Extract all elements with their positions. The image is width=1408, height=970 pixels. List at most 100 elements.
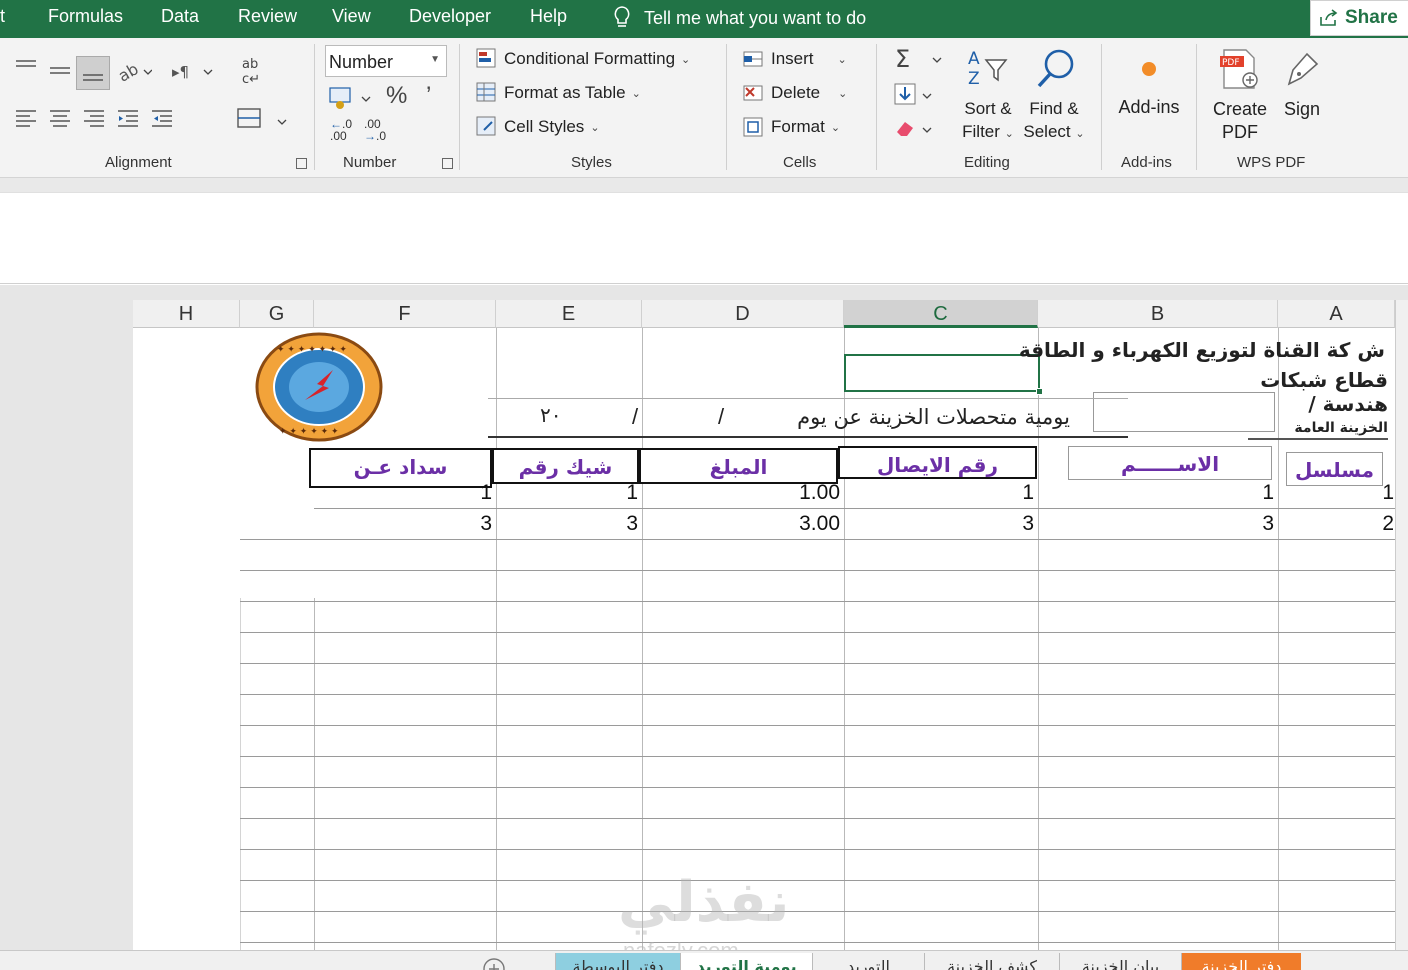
- align-middle-icon[interactable]: [48, 58, 72, 82]
- share-button[interactable]: Share: [1310, 0, 1408, 36]
- grid-hline: [240, 694, 1395, 695]
- align-bottom-button[interactable]: [76, 56, 110, 90]
- menu-review[interactable]: Review: [238, 6, 297, 27]
- tell-me-box[interactable]: Tell me what you want to do: [612, 3, 866, 33]
- tab-treasury-report[interactable]: بيان الخزينة: [1059, 953, 1181, 970]
- tab-treasury-ledger[interactable]: دفتر الخزينة: [1181, 953, 1301, 970]
- menu-help[interactable]: Help: [530, 6, 567, 27]
- cells-group-label: Cells: [783, 154, 817, 171]
- grid-vline: [240, 598, 241, 950]
- format-as-table-icon: [476, 82, 496, 102]
- cell-check[interactable]: 1: [558, 481, 638, 505]
- delete-cells-button[interactable]: Delete ⌄: [743, 82, 847, 104]
- column-header-a[interactable]: A: [1278, 300, 1395, 328]
- grid-hline: [240, 632, 1395, 633]
- addins-button[interactable]: Add-ins: [1112, 56, 1186, 118]
- align-top-icon[interactable]: [14, 58, 38, 78]
- autosum-icon[interactable]: Σ: [893, 46, 945, 72]
- align-left-icon[interactable]: [14, 108, 38, 128]
- tab-supply-journal[interactable]: يومية التوريد: [680, 953, 812, 970]
- find-select-button[interactable]: Find & Select ⌄: [1022, 46, 1086, 146]
- wrap-text-icon[interactable]: abc↵: [240, 56, 264, 86]
- fill-handle[interactable]: [1036, 388, 1043, 395]
- tell-me-text: Tell me what you want to do: [644, 7, 867, 28]
- cell-receipt[interactable]: 1: [954, 481, 1034, 505]
- tab-treasury-statement[interactable]: كشف الخزينة: [924, 953, 1059, 970]
- active-cell[interactable]: [844, 354, 1043, 395]
- cell-check[interactable]: 3: [558, 512, 638, 536]
- sign-button[interactable]: Sign: [1278, 46, 1326, 121]
- menu-developer[interactable]: Developer: [409, 6, 491, 27]
- alignment-dialog-launcher[interactable]: [296, 158, 307, 169]
- format-cells-button[interactable]: Format ⌄: [743, 116, 840, 138]
- add-sheet-icon[interactable]: [482, 957, 506, 970]
- decrease-decimal-button[interactable]: .00 →.0: [364, 118, 390, 148]
- column-header-b[interactable]: B: [1038, 300, 1278, 328]
- arrow-right-icon: →: [364, 129, 376, 143]
- column-header-g[interactable]: G: [240, 300, 314, 328]
- column-header-c[interactable]: C: [844, 300, 1038, 328]
- sort-filter-label-1: Sort &: [964, 99, 1012, 118]
- menu-data[interactable]: Data: [161, 6, 199, 27]
- styles-group-label: Styles: [571, 154, 612, 171]
- cell-receipt[interactable]: 3: [954, 512, 1034, 536]
- menu-view[interactable]: View: [332, 6, 371, 27]
- increase-indent-icon[interactable]: [150, 108, 174, 128]
- chevron-down-icon: ⌄: [681, 53, 691, 66]
- cell-name[interactable]: 1: [1194, 481, 1274, 505]
- grid-hline: [240, 849, 1395, 850]
- menu-insert-partial[interactable]: t: [0, 6, 5, 27]
- fill-icon[interactable]: [893, 82, 945, 108]
- format-as-table-label: Format as Table: [504, 83, 626, 102]
- accounting-format-icon[interactable]: [328, 85, 378, 111]
- cell-styles-icon: [476, 116, 496, 136]
- format-as-table-button[interactable]: Format as Table ⌄: [476, 82, 641, 104]
- cell-payment-for[interactable]: 1: [412, 481, 492, 505]
- column-header-e[interactable]: E: [496, 300, 642, 328]
- column-header-f[interactable]: F: [314, 300, 496, 328]
- company-logo: ✦ ✦ ✦ ✦ ✦ ✦ ✦ ✦ ✦ ✦ ✦ ✦ ✦: [255, 332, 383, 442]
- cell-payment-for[interactable]: 3: [412, 512, 492, 536]
- cell-amount[interactable]: 1.00: [760, 481, 840, 505]
- column-header-h[interactable]: H: [133, 300, 240, 328]
- number-dialog-launcher[interactable]: [442, 158, 453, 169]
- tab-supply[interactable]: التوريد: [812, 953, 924, 970]
- tab-mail-ledger[interactable]: دفتر البوسطة: [555, 953, 680, 970]
- cell-serial[interactable]: 1: [1314, 481, 1394, 505]
- date-slash-1: /: [718, 404, 725, 429]
- create-pdf-button[interactable]: PDF Create PDF: [1210, 46, 1270, 143]
- percent-style-button[interactable]: %: [386, 82, 407, 110]
- orientation-icon[interactable]: ab: [118, 60, 152, 84]
- align-center-icon[interactable]: [48, 108, 72, 128]
- increase-decimal-button[interactable]: ←.0.00: [330, 118, 356, 148]
- vertical-scroll-strip[interactable]: [1395, 300, 1408, 950]
- merge-center-icon[interactable]: [236, 106, 292, 132]
- grid-hline: [240, 942, 1395, 943]
- clear-icon[interactable]: [893, 116, 945, 142]
- svg-text:A: A: [968, 49, 980, 69]
- chevron-down-icon: ⌄: [1004, 128, 1014, 140]
- insert-cells-button[interactable]: Insert ⌄: [743, 48, 847, 70]
- align-right-icon[interactable]: [82, 108, 106, 128]
- formula-bar-area[interactable]: [0, 192, 1408, 284]
- column-header-d[interactable]: D: [642, 300, 844, 328]
- menu-formulas[interactable]: Formulas: [48, 6, 123, 27]
- number-group-label: Number: [343, 154, 397, 171]
- paragraph-direction-icon[interactable]: ▸¶: [172, 60, 216, 84]
- worksheet-grid[interactable]: H G F E D C B A ✦ ✦ ✦ ✦ ✦ ✦ ✦ ✦ ✦ ✦ ✦ ✦ …: [133, 300, 1395, 950]
- svg-text:▸¶: ▸¶: [172, 63, 189, 81]
- create-pdf-label-1: Create: [1212, 99, 1268, 119]
- cell-amount[interactable]: 3.00: [760, 512, 840, 536]
- conditional-formatting-button[interactable]: Conditional Formatting ⌄: [476, 48, 690, 70]
- number-format-dropdown[interactable]: Number ▼: [325, 45, 447, 77]
- sort-filter-button[interactable]: AZ Sort & Filter ⌄: [958, 46, 1018, 146]
- cell-serial[interactable]: 2: [1314, 512, 1394, 536]
- align-bottom-icon: [83, 74, 103, 81]
- svg-text:Σ: Σ: [895, 46, 910, 72]
- decrease-indent-icon[interactable]: [116, 108, 140, 128]
- header-amount: المبلغ: [639, 448, 838, 484]
- cell-name[interactable]: 3: [1194, 512, 1274, 536]
- comma-style-button[interactable]: ’: [426, 82, 431, 110]
- format-cells-icon: [743, 117, 763, 137]
- cell-styles-button[interactable]: Cell Styles ⌄: [476, 116, 600, 138]
